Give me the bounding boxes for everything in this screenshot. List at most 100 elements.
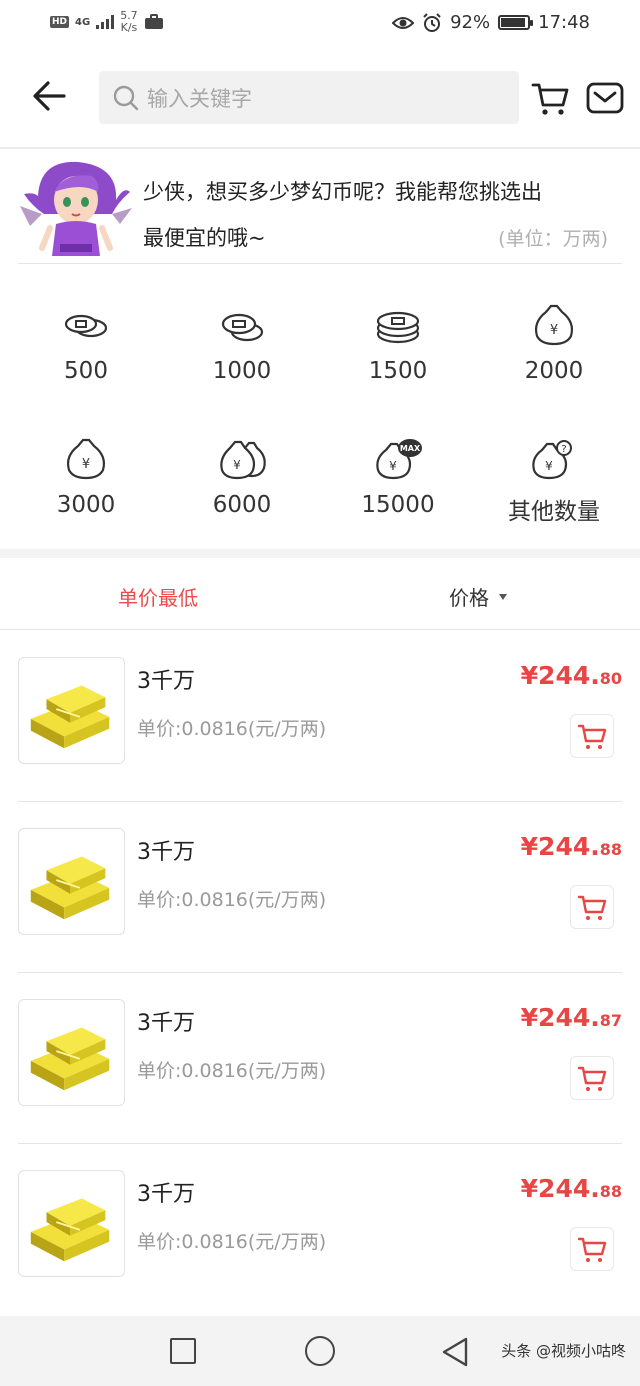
search-input[interactable]: 输入关键字: [99, 71, 519, 124]
system-back-button[interactable]: [440, 1336, 470, 1368]
cart-icon: [577, 1066, 607, 1091]
amount-option-1000[interactable]: 1000: [164, 284, 320, 394]
add-to-cart-button[interactable]: [570, 885, 614, 929]
svg-text:¥: ¥: [82, 457, 90, 472]
add-to-cart-button[interactable]: [570, 1227, 614, 1271]
message-button[interactable]: [586, 81, 624, 115]
status-left: HD 4G 5.7 K/s: [50, 10, 164, 34]
watermark: 头条 @视频小咕咚: [501, 1342, 626, 1360]
caret-down-icon: [499, 593, 507, 600]
cart-icon: [577, 1237, 607, 1262]
amount-option-3000[interactable]: ¥ 3000: [8, 418, 164, 528]
price-integer: 244.: [538, 661, 600, 690]
amount-label: 500: [64, 358, 108, 384]
status-bar: HD 4G 5.7 K/s 92% 17:48: [0, 0, 640, 50]
product-title: 3千万: [137, 1011, 195, 1036]
svg-text:¥: ¥: [389, 459, 397, 473]
money-bags-icon: ¥: [220, 440, 266, 480]
product-item[interactable]: 3千万 单价:0.0816(元/万两) ¥244. 80: [0, 631, 640, 802]
svg-text:¥: ¥: [545, 459, 553, 473]
coins-medium-icon: [221, 313, 264, 342]
signal-icon: [96, 15, 115, 29]
alarm-icon: [423, 12, 441, 32]
amount-label: 6000: [212, 492, 272, 518]
money-bag-max-icon: MAX ¥: [376, 439, 422, 480]
product-unit-price: 单价:0.0816(元/万两): [137, 718, 327, 740]
battery-percent: 92%: [450, 12, 491, 33]
amount-grid: 500 1000 1500 ¥ 2000 ¥ 3000 ¥ 6000 MAX ¥…: [0, 284, 640, 540]
product-price: ¥244. 88: [521, 832, 622, 861]
product-price: ¥244. 80: [521, 661, 622, 690]
battery-icon: [498, 15, 534, 30]
coins-small-icon: [64, 314, 108, 338]
clock: 17:48: [538, 12, 590, 33]
gold-bars-image: [18, 999, 125, 1106]
product-unit-price: 单价:0.0816(元/万两): [137, 1231, 327, 1253]
section-separator: [0, 549, 640, 558]
product-title: 3千万: [137, 1182, 195, 1207]
price-integer: 244.: [538, 832, 600, 861]
amount-label: 2000: [524, 358, 584, 384]
hint-divider: [18, 263, 622, 264]
status-right: 92% 17:48: [392, 12, 590, 33]
product-unit-price: 单价:0.0816(元/万两): [137, 1060, 327, 1082]
amount-label: 1500: [368, 358, 428, 384]
product-item[interactable]: 3千万 单价:0.0816(元/万两) ¥244. 88: [0, 1144, 640, 1315]
cart-icon: [577, 724, 607, 749]
coins-stack-icon: [376, 311, 420, 344]
sort-bar: 单价最低 价格: [0, 558, 640, 630]
money-bag-icon: ¥: [66, 438, 106, 480]
triangle-back-icon: [442, 1337, 468, 1367]
back-button[interactable]: [28, 78, 72, 118]
hint-unit: (单位：万两): [498, 228, 608, 250]
currency-symbol: ¥: [520, 832, 539, 861]
mail-icon: [586, 82, 624, 114]
amount-option-2000[interactable]: ¥ 2000: [476, 284, 632, 394]
cart-icon: [531, 83, 569, 115]
sort-price-label: 价格: [449, 586, 489, 610]
sort-price[interactable]: 价格: [449, 582, 507, 611]
sort-unit-price-lowest[interactable]: 单价最低: [118, 582, 198, 611]
amount-label: 15000: [361, 492, 435, 518]
amount-option-6000[interactable]: ¥ 6000: [164, 418, 320, 528]
gold-bars-image: [18, 1170, 125, 1277]
buy-hint: 少侠，想买多少梦幻币呢？我能帮您挑选出 最便宜的哦~ (单位：万两): [0, 152, 640, 264]
product-unit-price: 单价:0.0816(元/万两): [137, 889, 327, 911]
search-placeholder: 输入关键字: [147, 86, 252, 111]
add-to-cart-button[interactable]: [570, 714, 614, 758]
briefcase-icon: [144, 14, 163, 29]
amount-option-1500[interactable]: 1500: [320, 284, 476, 394]
money-bag-question-icon: ? ¥: [532, 440, 572, 480]
svg-text:?: ?: [561, 444, 566, 455]
hd-badge: HD: [50, 16, 70, 28]
home-button[interactable]: [305, 1336, 335, 1366]
hint-text-line2: 最便宜的哦~: [143, 226, 266, 250]
product-title: 3千万: [137, 840, 195, 865]
search-icon: [113, 85, 139, 110]
add-to-cart-button[interactable]: [570, 1056, 614, 1100]
currency-symbol: ¥: [520, 661, 539, 690]
recent-apps-button[interactable]: [170, 1338, 196, 1364]
amount-option-15000[interactable]: MAX ¥ 15000: [320, 418, 476, 528]
product-item[interactable]: 3千万 单价:0.0816(元/万两) ¥244. 88: [0, 802, 640, 973]
product-price: ¥244. 88: [521, 1174, 622, 1203]
hint-text-line1: 少侠，想买多少梦幻币呢？我能帮您挑选出: [143, 180, 542, 204]
currency-symbol: ¥: [520, 1174, 539, 1203]
system-nav-bar: 头条 @视频小咕咚: [0, 1316, 640, 1386]
currency-symbol: ¥: [520, 1003, 539, 1032]
network-speed: 5.7 K/s: [120, 10, 138, 34]
mascot-avatar: [20, 156, 132, 266]
battery-level-fill: [501, 18, 526, 27]
amount-option-500[interactable]: 500: [8, 284, 164, 394]
gold-bars-image: [18, 657, 125, 764]
network-label: 4G: [75, 16, 91, 28]
money-bag-icon: ¥: [534, 304, 574, 346]
svg-text:¥: ¥: [550, 323, 558, 338]
header-divider: [0, 147, 640, 149]
product-item[interactable]: 3千万 单价:0.0816(元/万两) ¥244. 87: [0, 973, 640, 1144]
product-price: ¥244. 87: [521, 1003, 622, 1032]
cart-button[interactable]: [531, 79, 569, 117]
amount-option-other[interactable]: ? ¥ 其他数量: [476, 418, 632, 528]
gold-bars-image: [18, 828, 125, 935]
product-title: 3千万: [137, 669, 195, 694]
